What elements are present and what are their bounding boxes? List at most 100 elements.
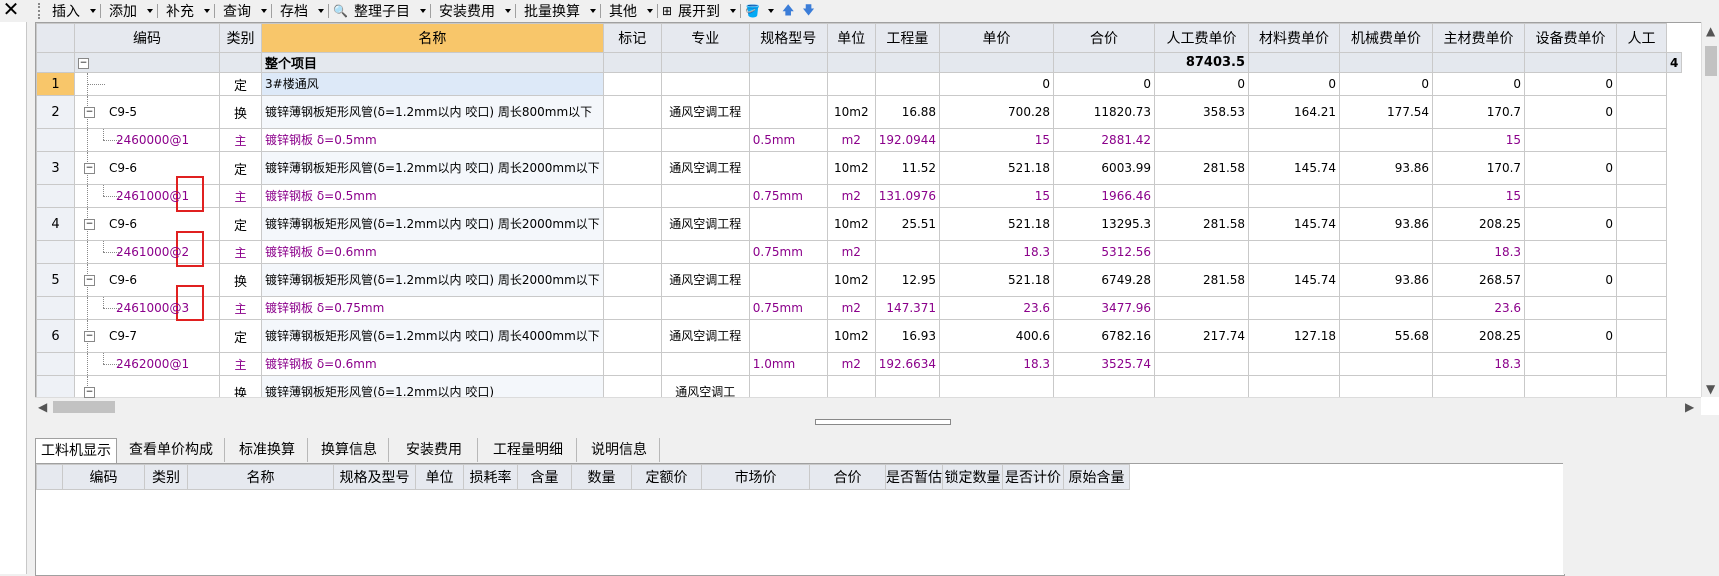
model-cell[interactable] [748,207,828,241]
collapse-icon[interactable]: − [84,107,95,118]
qty-cell[interactable]: 16.93 [874,319,941,353]
material-cell[interactable]: 164.21 [1248,95,1341,129]
toolbar-5-button[interactable]: 存档 [276,1,312,21]
equipment-cell[interactable]: 0 [1524,207,1618,241]
dropdown-arrow-icon[interactable] [589,9,596,13]
material-row[interactable]: 2462000@1 主镀锌钢板 δ=0.6mm 1.0mm m2 192.6634 18.… [36,352,1682,376]
collapse-icon[interactable]: − [78,57,89,69]
dropdown-arrow-icon[interactable] [261,9,267,13]
toolbar-4-button[interactable]: 查询 [219,1,255,21]
mark-cell[interactable] [602,128,662,152]
material-row[interactable]: 2460000@1 主镀锌钢板 δ=0.5mm 0.5mm m2 192.0944 15 2… [36,128,1682,152]
row-number[interactable] [36,184,75,208]
binoculars-icon[interactable]: 🔍 [333,4,348,18]
price-cell[interactable]: 400.6 [939,319,1055,353]
dropdown-arrow-icon[interactable] [646,9,653,13]
unit-cell[interactable]: 10m2 [826,151,876,185]
equipment-cell[interactable] [1524,296,1618,320]
total-cell[interactable]: 6749.28 [1053,263,1156,297]
unit-cell[interactable]: m2 [826,128,876,152]
unit-cell[interactable]: m2 [826,184,876,208]
machine-cell[interactable]: 55.68 [1339,319,1434,353]
qty-cell[interactable] [874,240,941,264]
total-cell[interactable]: 11820.73 [1053,95,1156,129]
quota-row[interactable]: 5− C9-6 换镀锌薄钢板矩形风管(δ=1.2mm以内 咬口) 周长2000mm以… [36,263,1682,297]
unit-cell[interactable]: 10m2 [826,95,876,129]
price-cell[interactable]: 521.18 [939,151,1055,185]
main-mat-cell[interactable]: 18.3 [1432,352,1526,376]
category-cell[interactable]: 定 [219,151,262,185]
expand-icon[interactable]: ⊞ [662,4,672,18]
machine-cell[interactable]: 177.54 [1339,95,1434,129]
labor-cell[interactable] [1154,128,1250,152]
equipment-cell[interactable]: 0 [1524,72,1618,96]
labor-cell[interactable]: 281.58 [1154,263,1250,297]
equipment-cell[interactable] [1524,352,1618,376]
toolbar-9-button[interactable]: 其他 [605,1,641,21]
main-mat-cell[interactable]: 23.6 [1432,296,1526,320]
model-cell[interactable]: 0.75mm [748,240,828,264]
column-header[interactable]: 是否计价 [1002,464,1064,490]
name-cell[interactable]: 镀锌钢板 δ=0.75mm [261,296,604,320]
column-header[interactable]: 名称 [261,23,604,53]
scroll-up-icon[interactable]: ▲ [1706,24,1715,38]
main-mat-cell[interactable]: 170.7 [1432,151,1526,185]
total-cell[interactable]: 6782.16 [1053,319,1156,353]
column-header[interactable]: 是否暂估 [885,464,943,490]
labor-cell[interactable]: 281.58 [1154,207,1250,241]
splitter-grip[interactable] [815,419,951,425]
equipment-cell[interactable]: 0 [1524,151,1618,185]
main-mat-cell[interactable]: 18.3 [1432,240,1526,264]
summary-row[interactable]: − 整个项目 87403.5 4 [36,52,1683,73]
column-header[interactable]: 规格型号 [748,23,828,53]
price-cell[interactable]: 700.28 [939,95,1055,129]
scroll-thumb[interactable] [53,401,115,413]
column-header[interactable]: 单位 [415,464,464,490]
column-header[interactable]: 专业 [660,23,750,53]
equipment-cell[interactable]: 0 [1524,263,1618,297]
machine-cell[interactable] [1339,296,1434,320]
column-header[interactable]: 类别 [219,23,262,53]
dropdown-arrow-icon[interactable] [204,9,210,13]
machine-cell[interactable]: 93.86 [1339,151,1434,185]
material-row[interactable]: 2461000@2 主镀锌钢板 δ=0.6mm 0.75mm m2 18.3 5312.5… [36,240,1682,264]
scroll-right-icon[interactable]: ▶ [1685,400,1694,414]
column-header[interactable]: 含量 [517,464,572,490]
total-cell[interactable]: 2881.42 [1053,128,1156,152]
model-cell[interactable] [748,263,828,297]
main-mat-cell[interactable]: 170.7 [1432,95,1526,129]
spec-cell[interactable] [660,72,750,96]
toolbar-1-button[interactable]: 插入 [48,1,84,21]
code-cell[interactable]: 2461000@3 [74,296,220,320]
labor-cell[interactable]: 358.53 [1154,95,1250,129]
dropdown-arrow-icon[interactable] [504,9,511,13]
machine-cell[interactable]: 93.86 [1339,207,1434,241]
quota-row[interactable]: 1 定 3#楼通风 0 0 0 0 0 0 0 [36,72,1682,96]
column-header[interactable]: 设备费单价 [1524,23,1618,53]
column-header[interactable]: 单位 [826,23,876,53]
code-cell[interactable]: − C9-6 [74,151,220,185]
name-cell[interactable]: 镀锌薄钢板矩形风管(δ=1.2mm以内 咬口) 周长800mm以下 [261,95,604,129]
close-icon[interactable]: ✕ [0,0,22,22]
row-number[interactable]: 5 [36,263,75,297]
model-cell[interactable] [748,151,828,185]
tab-6[interactable]: 工程量明细 [480,438,577,462]
name-cell[interactable]: 镀锌薄钢板矩形风管(δ=1.2mm以内 咬口) 周长4000mm以下 [261,319,604,353]
machine-cell[interactable]: 93.86 [1339,263,1434,297]
unit-cell[interactable]: m2 [826,240,876,264]
spec-cell[interactable] [660,352,750,376]
price-cell[interactable]: 15 [939,184,1055,208]
code-cell[interactable]: − C9-5 [74,95,220,129]
row-number[interactable]: 6 [36,319,75,353]
spec-cell[interactable]: 通风空调工程 [660,263,750,297]
price-cell[interactable]: 0 [939,72,1055,96]
material-cell[interactable] [1248,128,1341,152]
equipment-cell[interactable]: 0 [1524,95,1618,129]
column-header[interactable]: 市场价 [701,464,810,490]
material-cell[interactable]: 0 [1248,72,1341,96]
code-cell[interactable]: − C9-6 [74,263,220,297]
name-cell[interactable]: 镀锌钢板 δ=0.5mm [261,184,604,208]
row-number[interactable]: 1 [36,72,75,96]
column-header[interactable]: 锁定数量 [942,464,1003,490]
column-header[interactable]: 类别 [144,464,188,490]
